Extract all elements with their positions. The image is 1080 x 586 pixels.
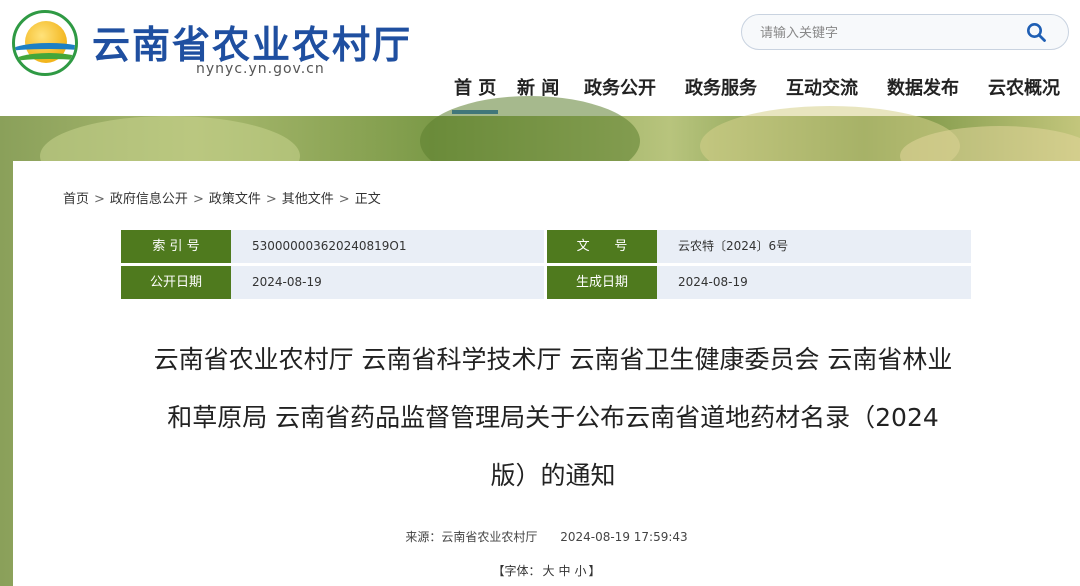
breadcrumb-gov-info[interactable]: 政府信息公开 [110,192,188,207]
breadcrumb-other[interactable]: 其他文件 [282,192,334,207]
nav-data-release[interactable]: 数据发布 [887,76,959,116]
publish-date-value: 2024-08-19 [231,266,544,299]
search-icon[interactable] [1026,22,1046,42]
publish-date-label: 公开日期 [121,266,231,299]
index-value: 530000003620240819O1 [231,230,544,263]
created-date-value: 2024-08-19 [657,266,971,299]
article-title: 云南省农业农村厅 云南省科学技术厅 云南省卫生健康委员会 云南省林业 和草原局 … [113,331,993,505]
content-panel: 首页 > 政府信息公开 > 政策文件 > 其他文件 > 正文 索 引 号 53000000362… [13,161,1080,586]
font-size-control: 【字体：大中小】 [13,562,1080,579]
breadcrumb: 首页 > 政府信息公开 > 政策文件 > 其他文件 > 正文 [63,192,381,207]
font-size-label-close: 】 [588,564,601,578]
nav-gov-service[interactable]: 政务服务 [685,76,757,116]
breadcrumb-current: 正文 [354,192,381,207]
breadcrumb-policy[interactable]: 政策文件 [209,192,261,207]
font-large-button[interactable]: 大 [542,564,554,578]
doc-no-label: 文 号 [547,230,657,263]
article-title-line: 版）的通知 [490,461,616,490]
article-title-line: 云南省农业农村厅 云南省科学技术厅 云南省卫生健康委员会 云南省林业 [153,345,953,374]
article-source: 来源：云南省农业农村厅 2024-08-19 17:59:43 [405,530,688,544]
site-logo-icon[interactable] [12,10,78,76]
breadcrumb-home[interactable]: 首页 [63,192,89,207]
font-size-label: 【字体： [492,564,541,578]
search-input[interactable] [758,22,1012,44]
nav-overview[interactable]: 云农概况 [988,76,1060,116]
doc-no-value: 云农特〔2024〕6号 [657,230,971,263]
search-box [741,14,1069,50]
site-domain: nynyc.yn.gov.cn [196,61,325,77]
font-small-button[interactable]: 小 [575,564,587,578]
index-label: 索 引 号 [121,230,231,263]
font-medium-button[interactable]: 中 [558,564,570,578]
article-title-line: 和草原局 云南省药品监督管理局关于公布云南省道地药材名录（2024 [167,403,939,432]
meta-row: 公开日期 2024-08-19 生成日期 2024-08-19 [121,266,971,299]
created-date-label: 生成日期 [547,266,657,299]
meta-row: 索 引 号 530000003620240819O1 文 号 云农特〔2024〕… [121,230,971,263]
